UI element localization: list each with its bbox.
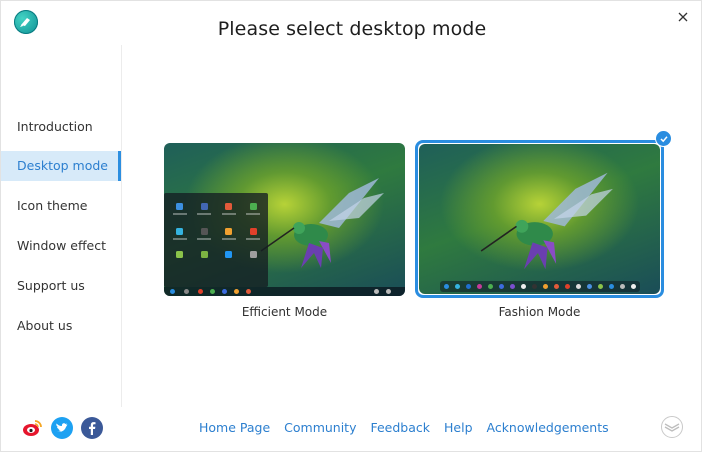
fashion-mode-preview[interactable] [419, 144, 660, 294]
footer-links: Home Page Community Feedback Help Acknow… [199, 420, 619, 435]
link-community[interactable]: Community [284, 420, 356, 435]
link-home-page[interactable]: Home Page [199, 420, 270, 435]
fashion-mode-label[interactable]: Fashion Mode [419, 305, 660, 319]
selected-check-icon [655, 130, 672, 147]
launcher-window [164, 193, 268, 287]
weibo-icon[interactable] [21, 417, 43, 439]
sidebar-item-support-us[interactable]: Support us [1, 271, 121, 301]
link-help[interactable]: Help [444, 420, 473, 435]
footer: Home Page Community Feedback Help Acknow… [1, 407, 702, 451]
efficient-mode-label[interactable]: Efficient Mode [164, 305, 405, 319]
efficient-dock [164, 287, 405, 296]
page-title: Please select desktop mode [217, 18, 487, 40]
sidebar-item-window-effect[interactable]: Window effect [1, 231, 121, 261]
fashion-dock [440, 281, 640, 292]
link-feedback[interactable]: Feedback [370, 420, 430, 435]
efficient-mode-preview[interactable] [164, 143, 405, 296]
sidebar-item-about-us[interactable]: About us [1, 311, 121, 341]
hummingbird-image [260, 178, 384, 268]
link-acknowledgements[interactable]: Acknowledgements [486, 420, 608, 435]
deepin-logo-icon [661, 416, 683, 438]
welcome-window: Please select desktop mode Introduction … [0, 0, 702, 452]
twitter-icon[interactable] [51, 417, 73, 439]
hummingbird-image [480, 172, 613, 270]
facebook-icon[interactable] [81, 417, 103, 439]
sidebar-item-introduction[interactable]: Introduction [1, 112, 121, 142]
sidebar-item-desktop-mode[interactable]: Desktop mode [1, 151, 121, 181]
sidebar-item-icon-theme[interactable]: Icon theme [1, 191, 121, 221]
sidebar: Introduction Desktop mode Icon theme Win… [1, 45, 122, 407]
